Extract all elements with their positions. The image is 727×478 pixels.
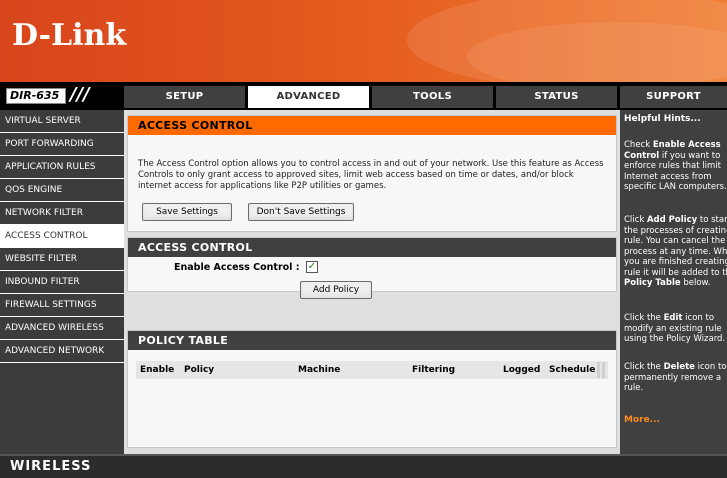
enable-access-control-checkbox[interactable]: ✓	[306, 261, 318, 273]
sidebar-item-advanced-network[interactable]: ADVANCED NETWORK	[0, 340, 124, 363]
column-schedule: Schedule	[549, 365, 596, 375]
main-content: ACCESS CONTROL The Access Control option…	[124, 110, 620, 454]
helpful-hints-title: Helpful Hints...	[624, 114, 701, 124]
sidebar-item-firewall-settings[interactable]: FIREWALL SETTINGS	[0, 294, 124, 317]
header-banner: D-Link	[0, 0, 727, 82]
sidebar-item-website-filter[interactable]: WEBSITE FILTER	[0, 248, 124, 271]
policy-table-title: POLICY TABLE	[128, 331, 616, 350]
intro-panel-title: ACCESS CONTROL	[128, 116, 616, 135]
helpful-hints-panel: Helpful Hints... Check Enable Access Con…	[620, 110, 727, 454]
policy-table-header: Enable Policy Machine Filtering Logged S…	[136, 361, 608, 379]
column-divider	[597, 362, 600, 378]
column-policy: Policy	[184, 365, 215, 375]
model-label: DIR-635	[6, 88, 66, 104]
intro-panel: ACCESS CONTROL The Access Control option…	[127, 115, 617, 232]
sidebar-item-inbound-filter[interactable]: INBOUND FILTER	[0, 271, 124, 294]
column-machine: Machine	[298, 365, 341, 375]
hint-delete-icon: Click the Delete icon to permanently rem…	[624, 362, 727, 393]
column-enable: Enable	[140, 365, 175, 375]
tab-advanced[interactable]: ADVANCED	[248, 86, 369, 108]
sidebar-item-qos-engine[interactable]: QOS ENGINE	[0, 179, 124, 202]
hint-enable-access-control: Check Enable Access Control if you want …	[624, 140, 727, 192]
policy-table-panel: POLICY TABLE Enable Policy Machine Filte…	[127, 330, 617, 448]
tab-tools[interactable]: TOOLS	[372, 86, 493, 108]
tab-status[interactable]: STATUS	[496, 86, 617, 108]
sidebar-item-virtual-server[interactable]: VIRTUAL SERVER	[0, 110, 124, 133]
access-control-panel: ACCESS CONTROL Enable Access Control : ✓…	[127, 237, 617, 299]
intro-description: The Access Control option allows you to …	[138, 159, 604, 191]
sidebar-item-network-filter[interactable]: NETWORK FILTER	[0, 202, 124, 225]
access-control-panel-title: ACCESS CONTROL	[128, 238, 616, 257]
add-policy-button[interactable]: Add Policy	[300, 281, 372, 299]
sidebar-item-port-forwarding[interactable]: PORT FORWARDING	[0, 133, 124, 156]
model-slash-decoration: ///	[70, 84, 90, 105]
tab-support[interactable]: SUPPORT	[620, 86, 727, 108]
sidebar-item-advanced-wireless[interactable]: ADVANCED WIRELESS	[0, 317, 124, 340]
tab-setup[interactable]: SETUP	[124, 86, 245, 108]
sidebar: VIRTUAL SERVER PORT FORWARDING APPLICATI…	[0, 110, 124, 454]
column-logged: Logged	[503, 365, 541, 375]
hint-add-policy: Click Add Policy to start the processes …	[624, 215, 727, 288]
enable-access-control-label: Enable Access Control :	[174, 262, 300, 273]
footer-wireless: WIRELESS	[0, 454, 727, 478]
dont-save-settings-button[interactable]: Don't Save Settings	[248, 203, 354, 221]
column-divider	[602, 362, 605, 378]
top-nav: DIR-635 /// SETUP ADVANCED TOOLS STATUS …	[0, 82, 727, 110]
dlink-logo: D-Link	[12, 18, 127, 53]
hints-more-link[interactable]: More...	[624, 415, 660, 426]
hint-edit-icon: Click the Edit icon to modify an existin…	[624, 313, 726, 344]
save-settings-button[interactable]: Save Settings	[142, 203, 232, 221]
sidebar-item-access-control[interactable]: ACCESS CONTROL	[0, 225, 124, 248]
sidebar-item-application-rules[interactable]: APPLICATION RULES	[0, 156, 124, 179]
column-filtering: Filtering	[412, 365, 456, 375]
